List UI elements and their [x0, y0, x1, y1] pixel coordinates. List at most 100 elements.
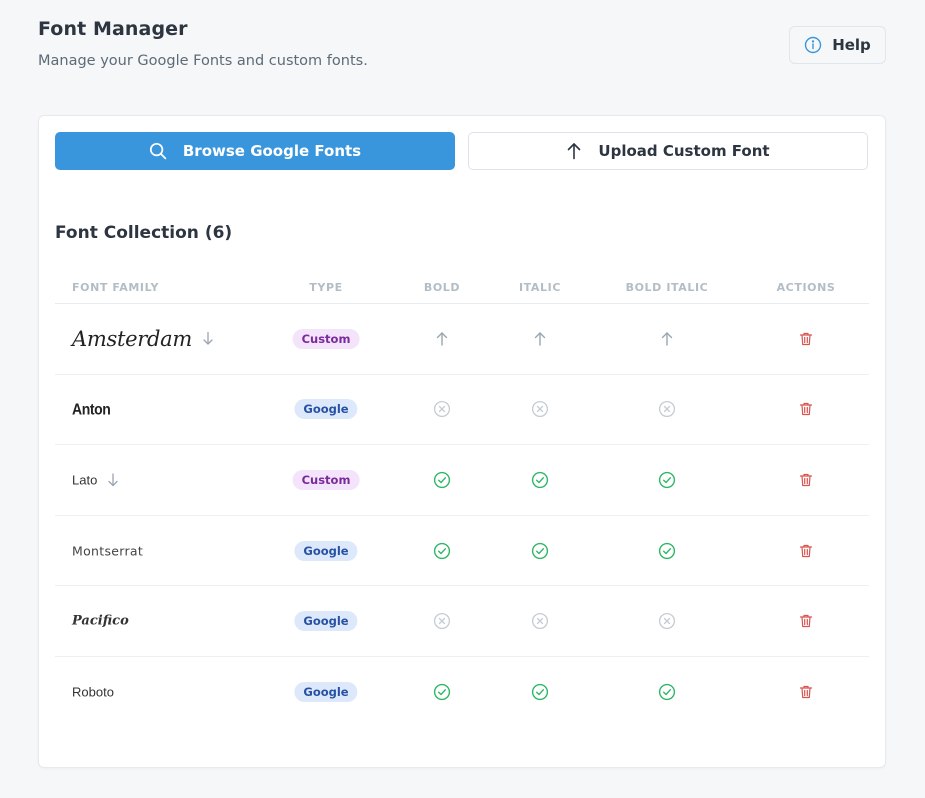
bold-status-cell[interactable] [435, 331, 449, 347]
delete-button[interactable] [799, 614, 813, 629]
column-header-actions: ACTIONS [776, 281, 836, 294]
page-subtitle: Manage your Google Fonts and custom font… [38, 53, 368, 69]
font-family-cell: Anton [72, 400, 111, 419]
font-family-cell: Montserrat [72, 543, 143, 558]
x-circle-icon [658, 613, 676, 630]
check-circle-icon [433, 471, 451, 489]
type-cell: Custom [292, 469, 360, 490]
delete-button[interactable] [799, 685, 813, 700]
type-cell: Custom [292, 328, 360, 349]
page-title: Font Manager [38, 18, 188, 40]
font-family-cell: Pacifico [72, 614, 129, 629]
help-button[interactable]: Help [789, 26, 886, 64]
browse-button-label: Browse Google Fonts [182, 142, 362, 160]
column-header-type: TYPE [309, 281, 343, 294]
x-circle-icon [658, 401, 676, 418]
column-header-bold: BOLD [423, 281, 461, 294]
italic-status-cell [531, 471, 549, 489]
italic-status-cell [531, 401, 549, 418]
column-header-italic: ITALIC [518, 281, 562, 294]
type-badge: Custom [292, 469, 360, 490]
italic-status-cell [531, 684, 549, 701]
x-circle-icon [531, 613, 549, 630]
type-badge: Google [294, 540, 358, 561]
bold-status-cell [433, 471, 451, 489]
bold-status-cell [433, 613, 451, 630]
upload-button-label: Upload Custom Font [598, 142, 770, 160]
check-circle-icon [433, 542, 451, 559]
check-circle-icon [531, 684, 549, 701]
check-circle-icon [658, 542, 676, 559]
browse-google-fonts-button[interactable]: Browse Google Fonts [55, 132, 455, 170]
font-name-lato: Lato [72, 472, 98, 488]
font-family-cell: Amsterdam [72, 327, 214, 351]
check-circle-icon [531, 471, 549, 489]
delete-button[interactable] [799, 402, 813, 417]
arrow-up-icon[interactable] [533, 331, 547, 347]
type-cell: Google [294, 399, 358, 420]
arrow-up-icon [566, 142, 582, 160]
arrow-up-icon[interactable] [435, 331, 449, 347]
type-badge: Google [294, 399, 358, 420]
table-row: Amsterdam Custom [55, 304, 869, 375]
font-collection-title: Font Collection (6) [55, 223, 233, 243]
trash-icon [799, 543, 813, 558]
type-cell: Google [294, 540, 358, 561]
font-manager-card: Browse Google Fonts Upload Custom Font F… [38, 115, 886, 768]
table-row: Montserrat Google [55, 516, 869, 587]
x-circle-icon [433, 401, 451, 418]
delete-button[interactable] [799, 472, 813, 487]
font-table: FONT FAMILY TYPE BOLD ITALIC BOLD ITALIC… [55, 271, 869, 728]
bold-status-cell [433, 401, 451, 418]
type-badge: Google [294, 611, 358, 632]
trash-icon [799, 331, 813, 346]
bold-italic-status-cell [658, 401, 676, 418]
x-circle-icon [531, 401, 549, 418]
check-circle-icon [531, 542, 549, 559]
font-name-anton: Anton [72, 400, 111, 419]
font-family-cell: Roboto [72, 685, 114, 700]
arrow-down-icon[interactable] [107, 472, 119, 487]
type-cell: Google [294, 682, 358, 703]
bold-italic-status-cell[interactable] [660, 331, 674, 347]
x-circle-icon [433, 613, 451, 630]
info-circle-icon [804, 36, 822, 54]
type-badge: Google [294, 682, 358, 703]
check-circle-icon [433, 684, 451, 701]
trash-icon [799, 472, 813, 487]
trash-icon [799, 685, 813, 700]
italic-status-cell [531, 613, 549, 630]
type-badge: Custom [292, 328, 360, 349]
table-row: Roboto Google [55, 657, 869, 728]
arrow-up-icon[interactable] [660, 331, 674, 347]
arrow-down-icon[interactable] [202, 331, 214, 346]
check-circle-icon [658, 684, 676, 701]
font-name-montserrat: Montserrat [72, 543, 144, 559]
trash-icon [799, 614, 813, 629]
font-name-amsterdam: Amsterdam [72, 326, 192, 351]
table-row: Pacifico Google [55, 586, 869, 657]
font-name-pacifico: Pacifico [72, 613, 129, 629]
bold-italic-status-cell [658, 471, 676, 489]
page-header: Font Manager Manage your Google Fonts an… [38, 18, 368, 69]
font-name-roboto: Roboto [72, 684, 114, 700]
trash-icon [799, 402, 813, 417]
upload-custom-font-button[interactable]: Upload Custom Font [468, 132, 868, 170]
table-body: Amsterdam Custom Anton Google Lato Custo… [55, 304, 869, 728]
table-row: Lato Custom [55, 445, 869, 516]
type-cell: Google [294, 611, 358, 632]
bold-italic-status-cell [658, 542, 676, 559]
column-header-bold-italic: BOLD ITALIC [625, 281, 709, 294]
font-family-cell: Lato [72, 472, 119, 487]
bold-status-cell [433, 684, 451, 701]
table-header: FONT FAMILY TYPE BOLD ITALIC BOLD ITALIC… [55, 271, 869, 304]
delete-button[interactable] [799, 331, 813, 346]
delete-button[interactable] [799, 543, 813, 558]
check-circle-icon [658, 471, 676, 489]
help-label: Help [832, 36, 871, 54]
bold-status-cell [433, 542, 451, 559]
column-header-font-family: FONT FAMILY [72, 281, 160, 294]
italic-status-cell[interactable] [533, 331, 547, 347]
search-icon [149, 142, 167, 160]
bold-italic-status-cell [658, 613, 676, 630]
